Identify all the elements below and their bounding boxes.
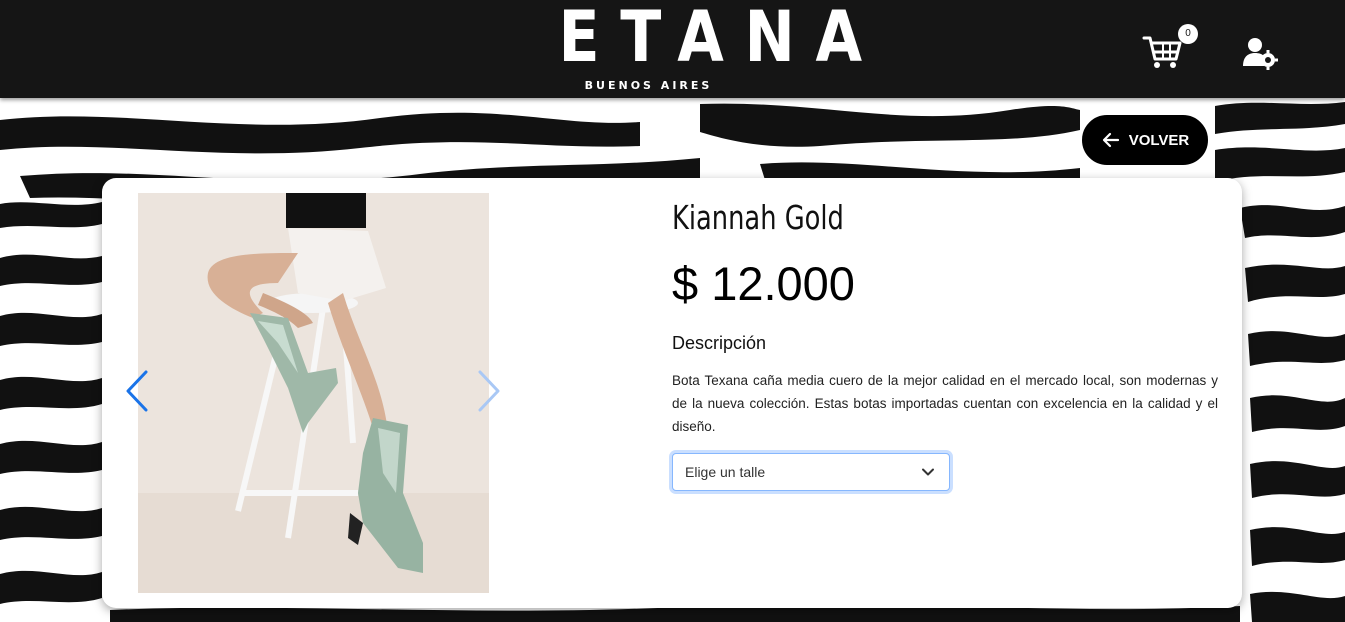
back-button-label: VOLVER	[1128, 131, 1190, 149]
logo-tagline: BUENOS AIRES	[584, 79, 713, 92]
size-select[interactable]: Elige un talle	[672, 453, 950, 491]
arrow-left-icon	[1102, 132, 1119, 148]
product-price: $ 12.000	[672, 257, 855, 310]
logo-wordmark: ETANA	[558, 0, 883, 78]
cart-count-badge: 0	[1178, 24, 1198, 44]
back-button[interactable]: VOLVER	[1080, 113, 1210, 167]
site-header: ETANA BUENOS AIRES 0	[0, 0, 1345, 98]
cart-icon[interactable]	[1142, 34, 1182, 70]
brand-logo[interactable]: ETANA BUENOS AIRES	[520, 0, 883, 98]
user-settings-icon[interactable]	[1242, 36, 1278, 70]
product-description: Bota Texana caña media cuero de la mejor…	[672, 373, 1218, 434]
size-select-placeholder: Elige un talle	[685, 464, 766, 480]
description-heading: Descripción	[672, 333, 767, 353]
product-title: Kiannah Gold	[672, 198, 844, 237]
chevron-left-icon[interactable]	[122, 368, 152, 414]
chevron-right-icon[interactable]	[474, 368, 504, 414]
product-card: Kiannah Gold $ 12.000 Descripción Bota T…	[102, 178, 1242, 608]
product-image-carousel	[102, 178, 532, 608]
product-image	[138, 193, 489, 593]
chevron-down-icon	[922, 468, 934, 476]
